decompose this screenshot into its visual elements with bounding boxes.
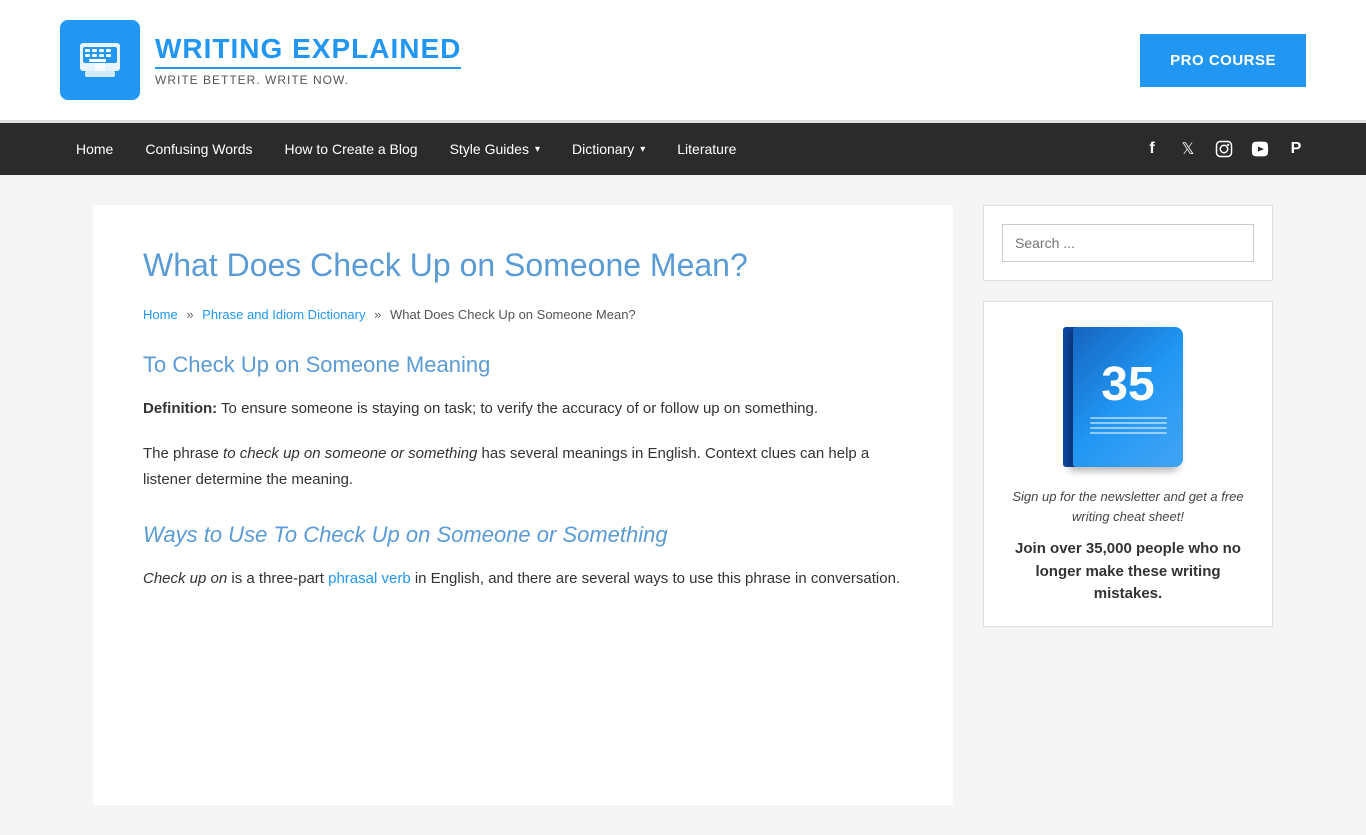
site-tagline: WRITE BETTER. WRITE NOW. [155,73,461,87]
article-title: What Does Check Up on Someone Mean? [143,245,903,287]
search-input[interactable] [1002,224,1254,262]
typewriter-icon [75,35,125,85]
breadcrumb-home[interactable]: Home [143,307,178,322]
nav-item-dictionary[interactable]: Dictionary ▾ [556,123,661,175]
phrase-paragraph: The phrase to check up on someone or som… [143,441,903,492]
phrase-prefix: The phrase [143,445,223,462]
main-article: What Does Check Up on Someone Mean? Home… [93,205,953,805]
youtube-icon[interactable] [1250,139,1270,159]
sidebar: 35 Sign up for the newsletter and get a … [983,205,1273,805]
main-navigation: Home Confusing Words How to Create a Blo… [0,123,1366,175]
breadcrumb-sep-1: » [186,307,193,322]
definition-label: Definition: [143,400,217,417]
sidebar-ad: 35 Sign up for the newsletter and get a … [983,301,1273,627]
book-visual: 35 [1063,322,1193,472]
style-guides-chevron-icon: ▾ [535,144,540,155]
breadcrumb: Home » Phrase and Idiom Dictionary » Wha… [143,307,903,322]
pinterest-icon[interactable]: P [1286,139,1306,159]
phrase-italic: to check up on someone or something [223,445,477,462]
instagram-icon[interactable] [1214,139,1234,159]
ways-paragraph: Check up on is a three-part phrasal verb… [143,566,903,592]
twitter-icon[interactable]: 𝕏 [1178,139,1198,159]
ways-italic: Check up on [143,570,227,587]
logo-icon [60,20,140,100]
book-cover: 35 [1073,327,1183,467]
section-heading-1: To Check Up on Someone Meaning [143,352,903,378]
nav-item-literature[interactable]: Literature [661,123,752,175]
site-logo[interactable]: WRITING EXPLAINED WRITE BETTER. WRITE NO… [60,20,461,100]
nav-item-how-to-blog[interactable]: How to Create a Blog [269,123,434,175]
definition-paragraph: Definition: To ensure someone is staying… [143,396,903,422]
logo-text-area: WRITING EXPLAINED WRITE BETTER. WRITE NO… [155,33,461,87]
nav-social: f 𝕏 P [1142,139,1306,159]
breadcrumb-current: What Does Check Up on Someone Mean? [390,307,636,322]
site-title: WRITING EXPLAINED [155,33,461,69]
nav-left: Home Confusing Words How to Create a Blo… [60,123,752,175]
book-number: 35 [1101,361,1154,409]
join-text: Join over 35,000 people who no longer ma… [1004,538,1252,606]
signup-text: Sign up for the newsletter and get a fre… [1004,487,1252,526]
ways-rest: is a three-part [227,570,328,587]
ways-end: in English, and there are several ways t… [411,570,900,587]
definition-text: To ensure someone is staying on task; to… [217,400,818,417]
facebook-icon[interactable]: f [1142,139,1162,159]
breadcrumb-sep-2: » [374,307,381,322]
nav-item-confusing-words[interactable]: Confusing Words [129,123,268,175]
phrasal-verb-link[interactable]: phrasal verb [328,570,411,587]
nav-item-style-guides[interactable]: Style Guides ▾ [434,123,556,175]
site-header: WRITING EXPLAINED WRITE BETTER. WRITE NO… [0,0,1366,123]
content-wrapper: What Does Check Up on Someone Mean? Home… [33,175,1333,835]
section-heading-2: Ways to Use To Check Up on Someone or So… [143,522,903,548]
dictionary-chevron-icon: ▾ [640,144,645,155]
book-lines [1090,417,1167,434]
nav-item-home[interactable]: Home [60,123,129,175]
pro-course-button[interactable]: PRO COURSE [1140,34,1306,87]
breadcrumb-section[interactable]: Phrase and Idiom Dictionary [202,307,365,322]
ways-heading-italic: To Check Up on Someone or Something [273,522,667,547]
search-box [983,205,1273,281]
ways-heading-text: Ways to Use To Check Up on Someone or So… [143,522,668,547]
